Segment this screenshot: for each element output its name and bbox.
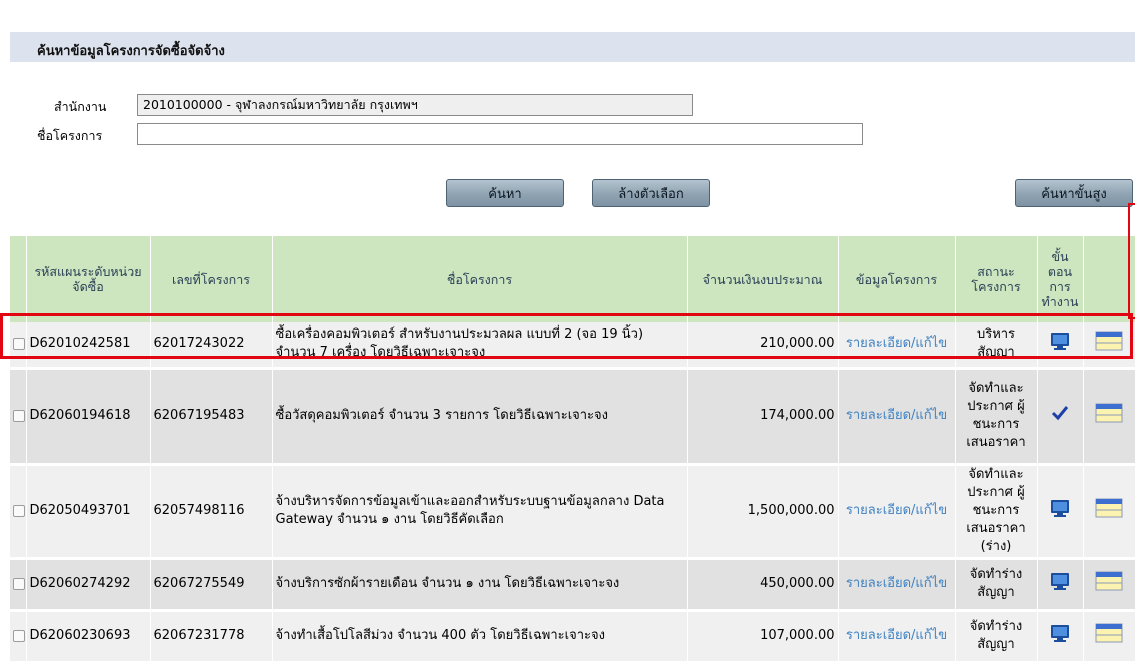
detail-edit-link[interactable]: รายละเอียด/แก้ไข [838, 558, 956, 612]
budget-cell: 450,000.00 [687, 558, 839, 612]
header-project-info: ข้อมูลโครงการ [838, 236, 956, 322]
computer-icon[interactable] [1050, 333, 1070, 355]
action-cell [1083, 464, 1135, 560]
note-icon[interactable] [1095, 623, 1123, 647]
header-step: ขั้นตอนการทำงาน [1037, 236, 1084, 322]
project-name-cell: จ้างบริการซักผ้ารายเดือน จำนวน ๑ งาน โดย… [272, 558, 688, 612]
step-cell [1037, 610, 1084, 664]
action-cell [1083, 558, 1135, 612]
project-name-cell: จ้างบริหารจัดการข้อมูลเข้าและออกสำหรับระ… [272, 464, 688, 560]
detail-edit-link[interactable]: รายละเอียด/แก้ไข [838, 322, 956, 370]
table-row[interactable]: D62060194618 62067195483 ซื้อวัสดุคอมพิว… [10, 368, 1135, 466]
detail-edit-link[interactable]: รายละเอียด/แก้ไข [838, 464, 956, 560]
status-cell: จัดทำร่างสัญญา [955, 610, 1038, 664]
project-no-cell: 62017243022 [150, 322, 273, 370]
row-checkbox[interactable] [13, 504, 25, 517]
note-icon[interactable] [1095, 571, 1123, 595]
plan-code-cell: D62060230693 [26, 610, 151, 664]
status-cell: จัดทำและประกาศ ผู้ชนะการเสนอราคา (ร่าง) [955, 464, 1038, 560]
project-name-cell: ซื้อวัสดุคอมพิวเตอร์ จำนวน 3 รายการ โดยว… [272, 368, 688, 466]
table-row[interactable]: D62050493701 62057498116 จ้างบริหารจัดกา… [10, 464, 1135, 560]
status-cell: จัดทำและประกาศ ผู้ชนะการเสนอราคา [955, 368, 1038, 466]
step-cell [1037, 464, 1084, 560]
agency-label: สำนักงาน [54, 99, 107, 114]
computer-icon[interactable] [1050, 573, 1070, 595]
action-cell [1083, 322, 1135, 370]
plan-code-cell: D62060274292 [26, 558, 151, 612]
project-no-cell: 62067275549 [150, 558, 273, 612]
project-name-label: ชื่อโครงการ [37, 128, 103, 143]
note-icon[interactable] [1095, 498, 1123, 522]
row-checkbox[interactable] [13, 629, 25, 642]
clear-button[interactable]: ล้างตัวเลือก [592, 179, 710, 207]
row-checkbox[interactable] [13, 577, 25, 590]
budget-cell: 107,000.00 [687, 610, 839, 664]
header-budget: จำนวนเงินงบประมาณ [687, 236, 839, 322]
table-row[interactable]: D62060230693 62067231778 จ้างทำเสื้อโปโล… [10, 610, 1135, 664]
note-icon[interactable] [1095, 403, 1123, 427]
header-actions [1083, 236, 1135, 322]
agency-field[interactable] [137, 94, 693, 116]
project-no-cell: 62057498116 [150, 464, 273, 560]
note-icon[interactable] [1095, 331, 1123, 355]
project-name-input[interactable] [137, 123, 863, 145]
header-project-no: เลขที่โครงการ [150, 236, 273, 322]
budget-cell: 210,000.00 [687, 322, 839, 370]
action-cell [1083, 368, 1135, 466]
project-no-cell: 62067195483 [150, 368, 273, 466]
table-header-row: รหัสแผนระดับหน่วยจัดซื้อ เลขที่โครงการ ช… [10, 236, 1135, 322]
project-name-cell: จ้างทำเสื้อโปโลสีม่วง จำนวน 400 ตัว โดยว… [272, 610, 688, 664]
checkmark-icon[interactable] [1050, 406, 1070, 427]
row-checkbox[interactable] [13, 409, 25, 422]
plan-code-cell: D62060194618 [26, 368, 151, 466]
header-plan-code: รหัสแผนระดับหน่วยจัดซื้อ [26, 236, 151, 322]
project-no-cell: 62067231778 [150, 610, 273, 664]
budget-cell: 1,500,000.00 [687, 464, 839, 560]
plan-code-cell: D62050493701 [26, 464, 151, 560]
projects-table: รหัสแผนระดับหน่วยจัดซื้อ เลขที่โครงการ ช… [10, 236, 1135, 664]
detail-edit-link[interactable]: รายละเอียด/แก้ไข [838, 610, 956, 664]
header-select [10, 236, 27, 322]
table-row[interactable]: D62010242581 62017243022 ซื้อเครื่องคอมพ… [10, 322, 1135, 370]
step-cell [1037, 558, 1084, 612]
row-checkbox[interactable] [13, 337, 25, 350]
computer-icon[interactable] [1050, 625, 1070, 647]
plan-code-cell: D62010242581 [26, 322, 151, 370]
table-row[interactable]: D62060274292 62067275549 จ้างบริการซักผ้… [10, 558, 1135, 612]
section-title: ค้นหาข้อมูลโครงการจัดซื้อจัดจ้าง [10, 32, 1135, 62]
search-button[interactable]: ค้นหา [446, 179, 564, 207]
status-cell: บริหารสัญญา [955, 322, 1038, 370]
action-cell [1083, 610, 1135, 664]
detail-edit-link[interactable]: รายละเอียด/แก้ไข [838, 368, 956, 466]
header-status: สถานะโครงการ [955, 236, 1038, 322]
computer-icon[interactable] [1050, 500, 1070, 522]
project-name-cell: ซื้อเครื่องคอมพิวเตอร์ สำหรับงานประมวลผล… [272, 322, 688, 370]
header-project-name: ชื่อโครงการ [272, 236, 688, 322]
budget-cell: 174,000.00 [687, 368, 839, 466]
step-cell [1037, 368, 1084, 466]
status-cell: จัดทำร่างสัญญา [955, 558, 1038, 612]
step-cell [1037, 322, 1084, 370]
advanced-search-button[interactable]: ค้นหาขั้นสูง [1015, 179, 1133, 207]
